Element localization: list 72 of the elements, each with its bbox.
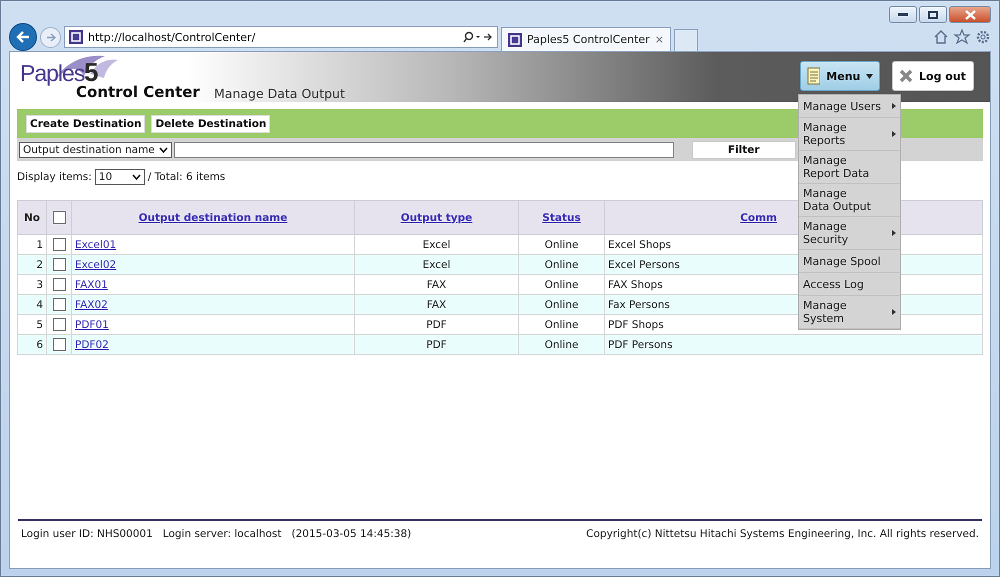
- row-checkbox[interactable]: [52, 258, 66, 271]
- column-header-link[interactable]: Output destination name: [138, 212, 288, 224]
- menu-item[interactable]: Manage Data Output: [799, 184, 900, 217]
- menu-item[interactable]: Access Log: [799, 273, 900, 296]
- chevron-icon: [132, 174, 141, 180]
- minimize-button[interactable]: [889, 6, 917, 23]
- total-count: / Total: 6 items: [148, 171, 226, 183]
- menu-item[interactable]: Manage Security: [799, 217, 900, 250]
- site-icon: [508, 32, 522, 46]
- copyright-text: Copyright(c) Nittetsu Hitachi Systems Engineering, Inc. All rights reserved.: [586, 528, 979, 540]
- filter-input[interactable]: [174, 142, 674, 158]
- destination-link[interactable]: FAX02: [75, 298, 108, 310]
- caret-icon: [866, 74, 873, 78]
- back-button[interactable]: [9, 23, 37, 51]
- table-cell: FAX: [354, 294, 518, 314]
- column-header-link[interactable]: Status: [542, 212, 581, 224]
- menu-button[interactable]: Menu: [800, 61, 880, 91]
- table-cell: PDF Persons: [604, 334, 982, 354]
- menu-item[interactable]: Manage System: [799, 296, 900, 329]
- row-number: 6: [18, 334, 46, 354]
- row-checkbox[interactable]: [52, 278, 66, 291]
- filter-button[interactable]: Filter: [692, 140, 796, 158]
- table-cell: PDF: [354, 334, 518, 354]
- row-number: 2: [18, 254, 46, 274]
- menu-item[interactable]: Manage Spool: [799, 250, 900, 273]
- forward-button[interactable]: [40, 26, 61, 48]
- maximize-icon: [928, 10, 938, 18]
- arrow-left-icon: [16, 31, 30, 43]
- column-header-link[interactable]: Comm: [740, 212, 777, 224]
- table-cell: Excel: [354, 254, 518, 274]
- destination-link[interactable]: PDF01: [75, 318, 109, 330]
- chevron-icon: [158, 146, 168, 152]
- maximize-button[interactable]: [919, 6, 947, 23]
- search-icon[interactable]: [463, 31, 493, 43]
- row-number: 4: [18, 294, 46, 314]
- destination-link[interactable]: PDF02: [75, 338, 109, 350]
- tab-close-button[interactable]: ×: [654, 33, 664, 46]
- minimize-icon: [898, 12, 908, 16]
- logout-button[interactable]: Log out: [892, 61, 974, 91]
- address-bar[interactable]: http://localhost/ControlCenter/: [64, 26, 498, 48]
- login-info: Login user ID: NHS00001 Login server: localhost (2015-03-05 14:45:38): [21, 528, 412, 540]
- arrow-right-icon: [46, 32, 56, 42]
- table-cell: Online: [518, 294, 604, 314]
- page-size-dropdown[interactable]: 10: [94, 169, 145, 185]
- toolbar-button[interactable]: Delete Destination: [151, 114, 270, 132]
- column-header: No: [24, 212, 40, 224]
- menu-item[interactable]: Manage Reports: [799, 118, 900, 151]
- row-checkbox[interactable]: [52, 338, 66, 351]
- destination-link[interactable]: FAX01: [75, 278, 108, 290]
- close-icon: [964, 10, 976, 20]
- column-header-link[interactable]: Output type: [400, 212, 472, 224]
- field-dropdown[interactable]: Output destination name: [19, 142, 172, 158]
- toolbar-icons-drawing[interactable]: [933, 29, 991, 45]
- menu-item[interactable]: Manage Users: [799, 95, 900, 118]
- page-size-label: Display items:: [17, 171, 92, 183]
- row-checkbox[interactable]: [52, 318, 66, 331]
- table-cell: Online: [518, 254, 604, 274]
- toolbar-button[interactable]: Create Destination: [26, 114, 146, 132]
- row-checkbox[interactable]: [52, 298, 66, 311]
- table-cell: Online: [518, 334, 604, 354]
- destination-link[interactable]: Excel02: [75, 258, 116, 270]
- close-icon: [899, 69, 913, 83]
- browser-tab[interactable]: Paples5 ControlCenter ×: [501, 27, 671, 51]
- logo-text: Paples: [20, 60, 84, 86]
- row-checkbox[interactable]: [52, 238, 66, 251]
- destination-link[interactable]: Excel01: [75, 238, 116, 250]
- select-all-checkbox[interactable]: [52, 211, 66, 224]
- document-icon: [807, 67, 820, 85]
- menu-item[interactable]: Manage Report Data: [799, 151, 900, 184]
- site-icon: [69, 30, 83, 44]
- page-title: Manage Data Output: [214, 86, 345, 101]
- close-button[interactable]: [949, 6, 991, 23]
